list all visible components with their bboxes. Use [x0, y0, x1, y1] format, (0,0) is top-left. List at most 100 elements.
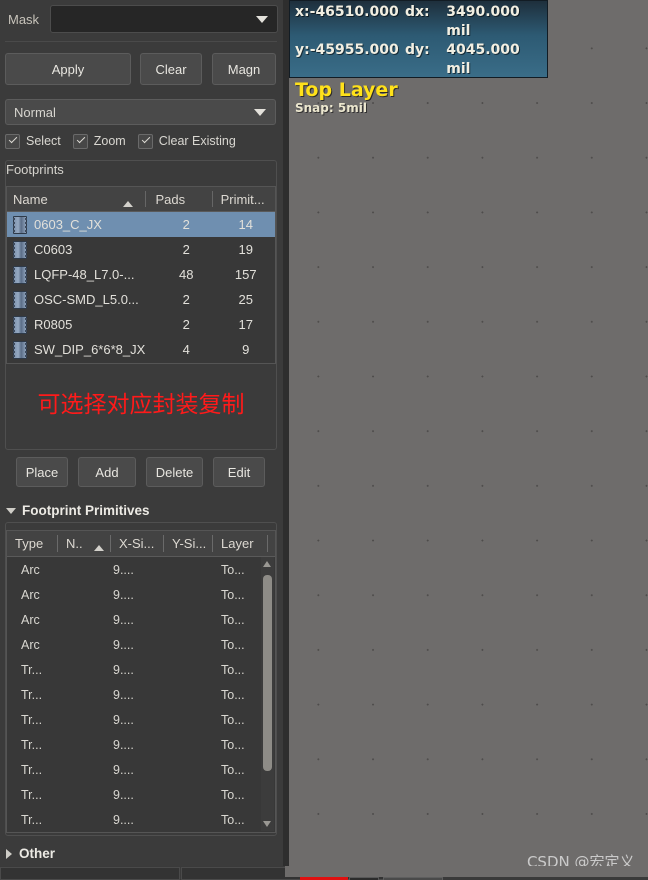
column-header-n[interactable]: N..: [58, 536, 110, 551]
table-row[interactable]: LQFP-48_L7.0-... 48 157: [7, 262, 275, 287]
table-row[interactable]: Tr... 9.... To...: [7, 657, 275, 682]
y-coordinate: y:-45955.000: [295, 42, 399, 58]
app-window: Mask Apply Clear Magn Normal Select Zoom C…: [0, 0, 648, 880]
primitive-x-size: 9....: [113, 637, 134, 652]
footprint-primitives-section-header[interactable]: Footprint Primitives: [6, 503, 150, 518]
footprint-pads: 4: [182, 342, 190, 357]
primitive-type: Tr...: [21, 737, 43, 752]
column-header-name[interactable]: Name: [7, 192, 145, 207]
snap-grid-label: Snap: 5mil: [295, 101, 367, 115]
ic-chip-icon: [13, 240, 27, 259]
ic-chip-icon: [13, 315, 27, 334]
footprints-table-body: 0603_C_JX 2 14 C0603 2 19 LQFP-48_L7.0-... 48 15…: [7, 212, 275, 362]
table-row[interactable]: Arc 9.... To...: [7, 632, 275, 657]
checkmark-icon[interactable]: [5, 133, 20, 149]
primitive-x-size: 9....: [113, 762, 134, 777]
primitive-type: Tr...: [21, 687, 43, 702]
clear-button[interactable]: Clear: [140, 53, 202, 85]
scrollbar-thumb[interactable]: [263, 575, 272, 771]
table-row[interactable]: Tr... 9.... To...: [7, 732, 275, 757]
column-header-primitives[interactable]: Primit...: [213, 192, 275, 207]
table-row[interactable]: OSC-SMD_L5.0... 2 25: [7, 287, 275, 312]
primitive-x-size: 9....: [113, 612, 134, 627]
mode-combo-value: Normal: [14, 104, 56, 120]
table-row[interactable]: C0603 2 19: [7, 237, 275, 262]
dy-label: dy:: [405, 42, 430, 58]
scroll-up-icon[interactable]: [261, 557, 274, 570]
column-header-name-label: Name: [13, 191, 48, 207]
triangle-down-icon: [6, 507, 16, 514]
table-row[interactable]: Arc 9.... To...: [7, 582, 275, 607]
ic-chip-icon: [13, 265, 27, 284]
add-button[interactable]: Add: [78, 457, 136, 487]
primitives-scrollbar[interactable]: [261, 557, 274, 831]
primitives-table[interactable]: Type N.. X-Si... Y-Si... Layer Arc 9.... T…: [6, 530, 276, 833]
table-row[interactable]: Tr... 9.... To...: [7, 682, 275, 707]
column-header-type[interactable]: Type: [7, 536, 57, 551]
column-header-pads[interactable]: Pads: [145, 192, 211, 207]
header-separator: [267, 535, 268, 552]
edit-button[interactable]: Edit: [213, 457, 265, 487]
mask-row: Mask: [0, 2, 283, 36]
place-button[interactable]: Place: [16, 457, 68, 487]
column-header-layer[interactable]: Layer: [213, 536, 267, 551]
status-bar-segment-left[interactable]: [0, 867, 180, 880]
primitive-x-size: 9....: [113, 587, 134, 602]
primitive-type: Tr...: [21, 787, 43, 802]
column-header-n-label: N..: [66, 536, 83, 551]
footprint-name: C0603: [34, 242, 73, 257]
checkbox-clear-existing[interactable]: Clear Existing: [137, 133, 236, 149]
triangle-right-icon: [6, 848, 12, 859]
primitives-table-body: Arc 9.... To... Arc 9.... To... Arc 9.... To... A…: [7, 557, 275, 832]
primitive-x-size: 9....: [113, 712, 134, 727]
coordinate-line-y: y:-45955.000 dy: 4045.000 mil: [295, 41, 547, 79]
dy-value: 4045.000 mil: [446, 42, 520, 77]
delete-button[interactable]: Delete: [146, 457, 203, 487]
layer-tab-strip: [285, 866, 648, 877]
pcb-canvas[interactable]: [289, 0, 648, 866]
table-row[interactable]: Tr... 9.... To...: [7, 707, 275, 732]
table-row[interactable]: Arc 9.... To...: [7, 607, 275, 632]
footprint-primitives-count: 14: [238, 217, 253, 232]
ic-chip-icon: [13, 290, 27, 309]
ic-chip-icon: [13, 215, 27, 234]
table-row[interactable]: Tr... 9.... To...: [7, 757, 275, 782]
column-header-y-size[interactable]: Y-Si...: [164, 536, 212, 551]
primitive-type: Arc: [21, 587, 40, 602]
other-section-header[interactable]: Other: [6, 846, 55, 861]
checkmark-icon[interactable]: [72, 133, 88, 149]
footprint-primitives-count: 25: [238, 292, 253, 307]
table-row[interactable]: SW_DIP_6*6*8_JX 4 9: [7, 337, 275, 362]
footprint-name: 0603_C_JX: [34, 217, 102, 232]
table-row[interactable]: R0805 2 17: [7, 312, 275, 337]
dx-label: dx:: [405, 4, 430, 20]
table-row[interactable]: 0603_C_JX 2 14: [7, 212, 275, 237]
mask-combo[interactable]: [50, 5, 278, 33]
checkbox-select[interactable]: Select: [5, 133, 61, 149]
footprint-primitives-title: Footprint Primitives: [22, 503, 150, 518]
primitive-type: Arc: [21, 562, 40, 577]
table-row[interactable]: Arc 9.... To...: [7, 557, 275, 582]
checkbox-zoom[interactable]: Zoom: [72, 133, 126, 149]
column-header-x-size[interactable]: X-Si...: [111, 536, 163, 551]
primitive-type: Arc: [21, 612, 40, 627]
footprint-name: OSC-SMD_L5.0...: [34, 292, 139, 307]
checkmark-icon[interactable]: [137, 133, 153, 149]
footprint-pads: 2: [182, 242, 190, 257]
primitive-x-size: 9....: [113, 812, 134, 827]
primitive-type: Arc: [21, 637, 40, 652]
chevron-down-icon: [254, 109, 266, 116]
mode-combo[interactable]: Normal: [5, 99, 276, 125]
magnify-button[interactable]: Magn: [212, 53, 276, 85]
primitive-x-size: 9....: [113, 787, 134, 802]
footprint-name: R0805: [34, 317, 73, 332]
scroll-down-icon[interactable]: [261, 818, 274, 831]
primitive-x-size: 9....: [113, 737, 134, 752]
x-coordinate: x:-46510.000: [295, 4, 399, 20]
footprint-primitives-count: 17: [238, 317, 253, 332]
table-row[interactable]: Tr... 9.... To...: [7, 782, 275, 807]
checkbox-label: Select: [26, 134, 61, 148]
apply-button[interactable]: Apply: [5, 53, 131, 85]
table-row[interactable]: Tr... 9.... To...: [7, 807, 275, 832]
footprints-table[interactable]: Name Pads Primit... 0603_C_JX 2 14 C0603 2 19…: [6, 186, 276, 364]
